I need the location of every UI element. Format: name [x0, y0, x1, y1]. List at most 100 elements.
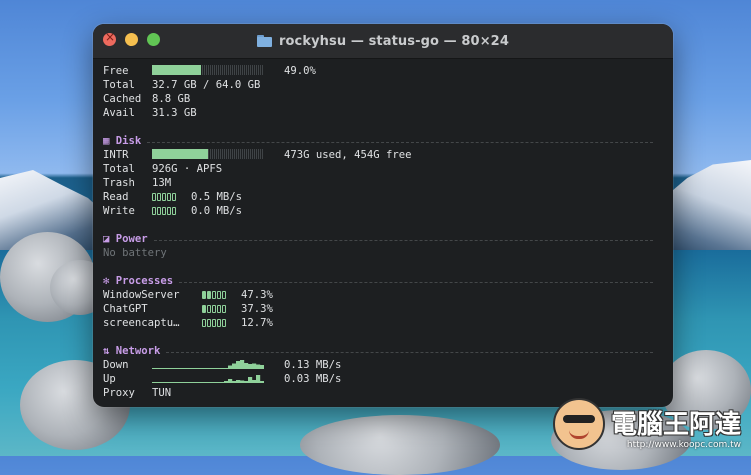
section-divider — [179, 281, 653, 283]
sparkline-bar — [228, 379, 233, 383]
meter-cell — [207, 291, 211, 299]
network-proxy-label: Proxy — [103, 387, 135, 399]
sparkline-bar — [172, 368, 177, 369]
memory-free-label: Free — [103, 65, 129, 77]
sparkline-bar — [220, 382, 225, 383]
desktop-rock — [300, 415, 500, 475]
network-header-label: Network — [115, 345, 161, 357]
process-value: 12.7% — [241, 317, 273, 329]
sparkline-bar — [172, 382, 177, 383]
disk-write-label: Write — [103, 205, 135, 217]
memory-free-row: Free 49.0% — [103, 64, 653, 78]
memory-free-value: 49.0% — [284, 65, 316, 77]
battery-icon: ◪ — [103, 233, 116, 245]
watermark: 電腦王阿達 http://www.koopc.com.tw — [552, 398, 741, 450]
sparkline-bar — [220, 368, 225, 369]
sparkline-bar — [168, 368, 173, 369]
sparkline-bar — [160, 368, 165, 369]
disk-read-label: Read — [103, 191, 129, 203]
process-value: 47.3% — [241, 289, 273, 301]
sparkline-bar — [236, 380, 241, 383]
memory-avail-row: Avail 31.3 GB — [103, 106, 653, 120]
network-up-label: Up — [103, 373, 116, 385]
sparkline-bar — [204, 368, 209, 369]
folder-icon — [257, 35, 273, 47]
process-meter — [202, 303, 227, 317]
sparkline-bar — [152, 368, 157, 369]
sparkline-bar — [160, 382, 165, 383]
desktop-mountain-right — [666, 160, 751, 250]
meter-cell — [172, 207, 176, 215]
memory-total-value: 32.7 GB / 64.0 GB — [152, 79, 261, 91]
sparkline-bar — [200, 368, 205, 369]
meter-cell — [222, 305, 226, 313]
section-divider — [166, 351, 653, 353]
sparkline-bar — [164, 382, 169, 383]
network-down-row: Down 0.13 MB/s — [103, 358, 653, 372]
window-title-group: rockyhsu — status-go — 80×24 — [93, 24, 673, 58]
processes-section-header: ✻ Processes — [103, 274, 653, 288]
process-value: 37.3% — [241, 303, 273, 315]
sparkline-bar — [228, 365, 233, 369]
network-down-label: Down — [103, 359, 129, 371]
disk-write-value: 0.0 MB/s — [191, 205, 243, 217]
sparkline-bar — [180, 368, 185, 369]
sparkline-bar — [204, 382, 209, 383]
window-titlebar[interactable]: rockyhsu — status-go — 80×24 — [93, 24, 673, 59]
power-header-label: Power — [115, 233, 148, 245]
meter-cell — [217, 319, 221, 327]
sparkline-bar — [248, 364, 253, 369]
disk-intr-value: 473G used, 454G free — [284, 149, 412, 161]
asterisk-icon: ✻ — [103, 275, 116, 287]
meter-cell — [217, 305, 221, 313]
sparkline-bar — [212, 368, 217, 369]
disk-write-row: Write 0.0 MB/s — [103, 204, 653, 218]
watermark-url: http://www.koopc.com.tw — [626, 440, 741, 450]
disk-intr-bar — [152, 149, 264, 159]
square-icon: ▦ — [103, 135, 116, 147]
sparkline-bar — [240, 360, 245, 369]
sparkline-bar — [256, 375, 261, 383]
sparkline-bar — [192, 368, 197, 369]
sparkline-bar — [168, 382, 173, 383]
process-meter — [202, 289, 227, 303]
process-row: screencaptu… 12.7% — [103, 316, 653, 330]
meter-cell — [162, 193, 166, 201]
meter-cell — [202, 291, 206, 299]
power-status: No battery — [103, 247, 167, 259]
meter-cell — [202, 305, 206, 313]
processes-header-label: Processes — [115, 275, 174, 287]
sparkline-bar — [240, 380, 245, 383]
meter-cell — [162, 207, 166, 215]
process-row: WindowServer 47.3% — [103, 288, 653, 302]
sparkline-bar — [216, 368, 221, 369]
sparkline-bar — [188, 368, 193, 369]
process-name: screencaptu… — [103, 317, 180, 329]
memory-cached-label: Cached — [103, 93, 142, 105]
sparkline-bar — [152, 382, 157, 383]
disk-read-row: Read 0.5 MB/s — [103, 190, 653, 204]
disk-trash-value: 13M — [152, 177, 172, 189]
meter-cell — [212, 319, 216, 327]
meter-cell — [157, 207, 161, 215]
terminal-content[interactable]: Free 49.0% Total 32.7 GB / 64.0 GB Cached 8… — [103, 64, 653, 400]
sparkline-bar — [200, 382, 205, 383]
disk-intr-label: INTR — [103, 149, 129, 161]
window-title: rockyhsu — status-go — 80×24 — [279, 33, 509, 49]
disk-total-value: 926G · APFS — [152, 163, 223, 175]
sparkline-bar — [164, 368, 169, 369]
network-up-row: Up 0.03 MB/s — [103, 372, 653, 386]
memory-cached-value: 8.8 GB — [152, 93, 191, 105]
meter-cell — [172, 193, 176, 201]
disk-total-label: Total — [103, 163, 135, 175]
network-up-sparkline — [152, 373, 264, 383]
meter-cell — [152, 207, 156, 215]
arrows-updown-icon: ⇅ — [103, 345, 116, 357]
meter-cell — [167, 207, 171, 215]
sparkline-bar — [188, 382, 193, 383]
terminal-window[interactable]: rockyhsu — status-go — 80×24 Free 49.0% T… — [93, 24, 673, 407]
network-proxy-row: Proxy TUN — [103, 386, 653, 400]
disk-header-label: Disk — [115, 135, 142, 147]
network-down-sparkline — [152, 359, 264, 369]
memory-total-label: Total — [103, 79, 135, 91]
